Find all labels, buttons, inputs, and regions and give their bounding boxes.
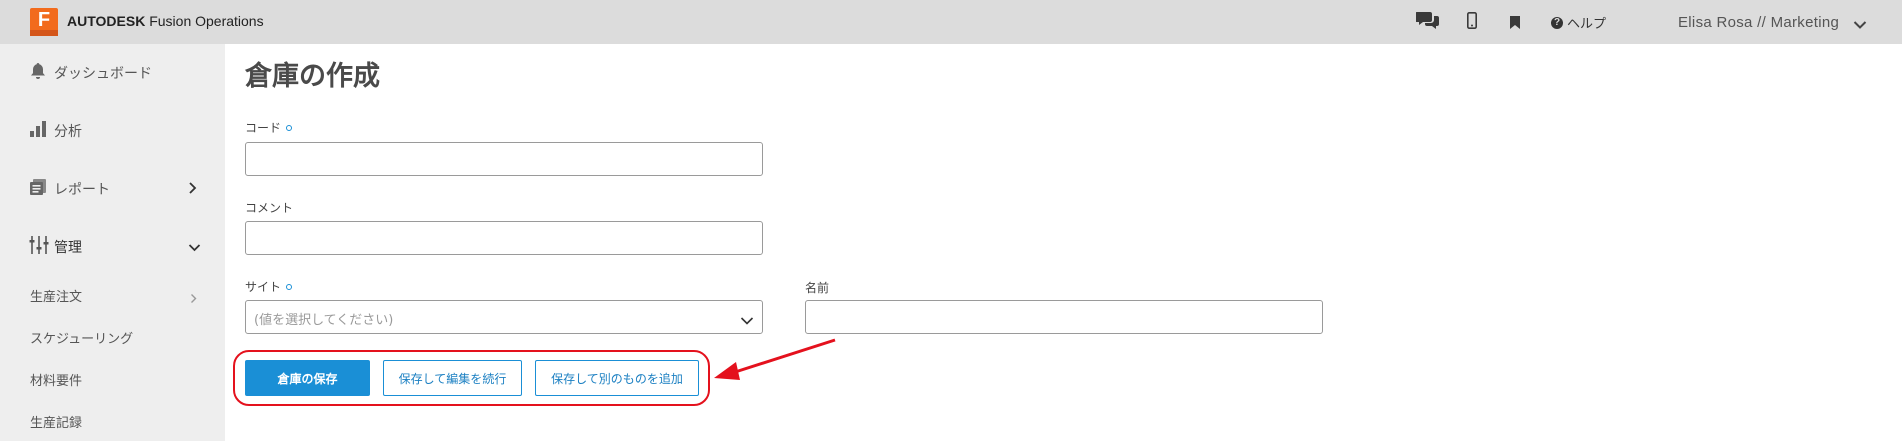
sidebar-item-dashboard[interactable]: ダッシュボード <box>0 44 225 102</box>
chevron-right-icon <box>190 289 197 308</box>
sidebar-subitem-production-records[interactable]: 生産記録 <box>30 412 82 431</box>
report-icon <box>29 178 47 200</box>
chevron-down-icon <box>740 311 754 330</box>
chevron-right-icon <box>188 180 197 199</box>
save-warehouse-button[interactable]: 倉庫の保存 <box>245 360 370 396</box>
help-link[interactable]: ? ヘルプ <box>1551 13 1606 32</box>
site-label: サイト <box>245 278 293 295</box>
brand-product: Fusion Operations <box>149 13 264 29</box>
mobile-icon[interactable] <box>1467 12 1477 33</box>
chevron-down-icon[interactable] <box>1853 15 1867 34</box>
user-menu[interactable]: Elisa Rosa // Marketing <box>1678 14 1839 31</box>
top-bar: F AUTODESK Fusion Operations ? ヘルプ Elisa… <box>0 0 1902 44</box>
save-and-continue-button[interactable]: 保存して編集を続行 <box>383 360 522 396</box>
page-title: 倉庫の作成 <box>245 61 380 92</box>
required-indicator-icon <box>286 124 293 131</box>
chevron-down-icon <box>188 238 201 257</box>
brand-name[interactable]: AUTODESK Fusion Operations <box>67 13 264 29</box>
sidebar-item-label: レポート <box>54 182 110 198</box>
sidebar-item-admin[interactable]: 管理 <box>0 218 225 276</box>
code-input[interactable] <box>245 142 763 176</box>
site-label-text: サイト <box>245 280 282 294</box>
sliders-icon <box>29 235 49 259</box>
bar-chart-icon <box>29 120 47 142</box>
name-input[interactable] <box>805 300 1323 334</box>
sidebar-item-analysis[interactable]: 分析 <box>0 102 225 160</box>
sidebar-item-label: ダッシュボード <box>54 66 152 82</box>
chat-icon[interactable] <box>1415 10 1440 34</box>
sidebar-item-reports[interactable]: レポート <box>0 160 225 218</box>
sidebar-subitem-material-requirements[interactable]: 材料要件 <box>30 370 82 389</box>
help-icon: ? <box>1551 16 1563 29</box>
sidebar-subitem-production-orders[interactable]: 生産注文 <box>30 286 82 305</box>
comment-label: コメント <box>245 199 293 216</box>
bell-icon <box>29 62 47 84</box>
sidebar-item-label: 管理 <box>54 240 82 256</box>
comment-label-text: コメント <box>245 201 294 215</box>
bookmark-icon[interactable] <box>1510 14 1520 33</box>
fusion-logo-icon[interactable]: F <box>30 8 58 36</box>
name-label-text: 名前 <box>805 281 830 295</box>
site-select-placeholder: (値を選択してください) <box>254 313 394 328</box>
sidebar-subitem-scheduling[interactable]: スケジューリング <box>30 328 133 347</box>
code-label-text: コード <box>245 121 282 135</box>
annotation-arrow-icon <box>712 338 838 388</box>
logo-letter: F <box>37 9 51 31</box>
sidebar: ダッシュボード 分析 レポート 管理 生産注文 スケジューリング 材料要件 生産… <box>0 44 225 441</box>
sidebar-item-label: 分析 <box>54 124 82 140</box>
comment-input[interactable] <box>245 221 763 255</box>
save-and-add-another-button[interactable]: 保存して別のものを追加 <box>535 360 699 396</box>
site-select[interactable]: (値を選択してください) <box>245 300 763 334</box>
required-indicator-icon <box>286 283 293 290</box>
code-label: コード <box>245 119 293 136</box>
name-label: 名前 <box>805 279 829 296</box>
help-label: ヘルプ <box>1567 17 1607 32</box>
brand-autodesk: AUTODESK <box>67 13 146 29</box>
